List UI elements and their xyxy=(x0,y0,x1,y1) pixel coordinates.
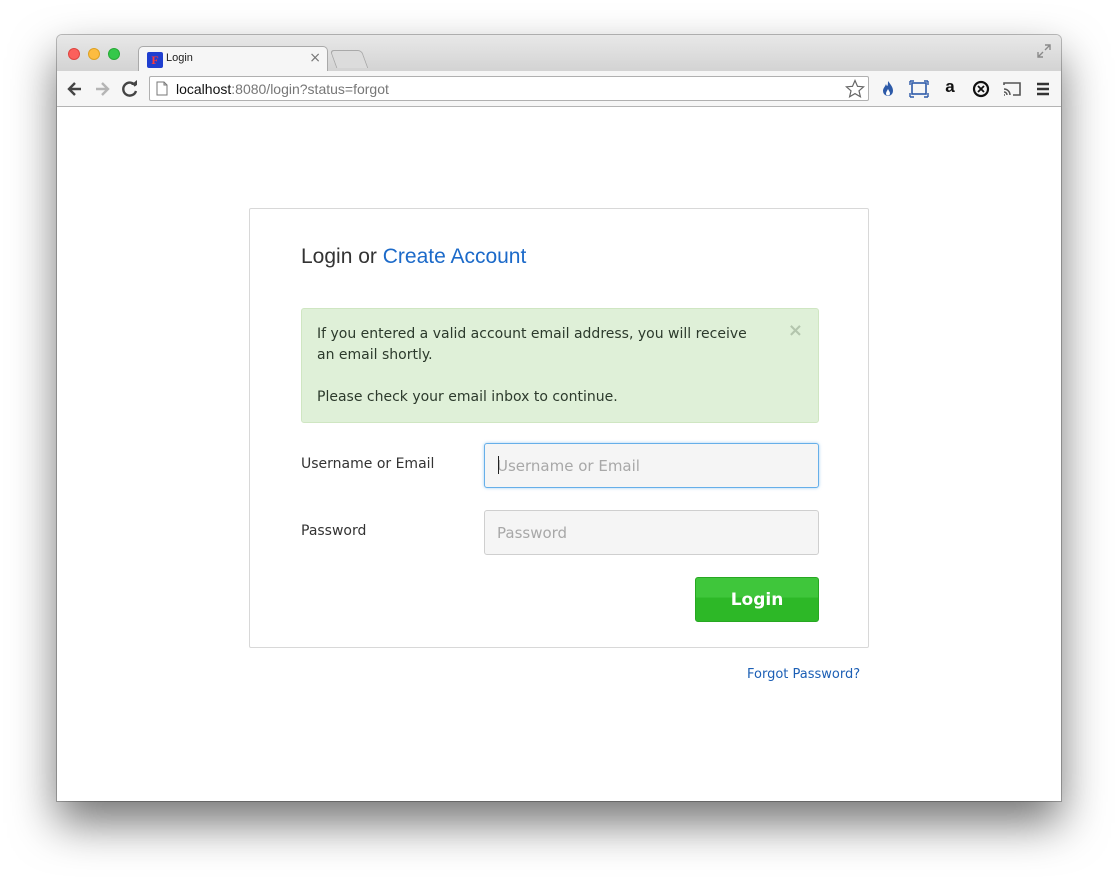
reload-icon[interactable] xyxy=(120,79,140,99)
login-button[interactable]: Login xyxy=(695,577,819,622)
page-content: Login or Create Account If you entered a… xyxy=(57,107,1061,801)
fullscreen-icon[interactable] xyxy=(1037,44,1051,58)
forgot-password-link[interactable]: Forgot Password? xyxy=(747,667,860,682)
screen-capture-icon[interactable] xyxy=(909,79,929,99)
new-tab-button[interactable] xyxy=(329,50,369,68)
create-account-link[interactable]: Create Account xyxy=(383,245,527,268)
username-label: Username or Email xyxy=(301,456,435,472)
browser-toolbar: localhost:8080/login?status=forgot a xyxy=(57,71,1061,107)
favicon-icon: F xyxy=(147,52,163,68)
back-icon[interactable] xyxy=(65,79,85,99)
title-bar: F Login × xyxy=(57,35,1061,71)
username-input[interactable] xyxy=(484,443,819,488)
page-title: Login or Create Account xyxy=(301,245,527,268)
address-bar[interactable]: localhost:8080/login?status=forgot xyxy=(149,76,869,101)
sync-icon[interactable] xyxy=(971,79,991,99)
bookmark-star-icon[interactable] xyxy=(845,79,865,99)
page-icon xyxy=(156,81,168,96)
success-alert: If you entered a valid account email add… xyxy=(301,308,819,423)
close-window-button[interactable] xyxy=(68,48,80,60)
tab-login[interactable]: F Login × xyxy=(138,46,328,71)
tab-title: Login xyxy=(166,52,193,64)
zoom-window-button[interactable] xyxy=(108,48,120,60)
cast-icon[interactable] xyxy=(1002,79,1022,99)
url-text: localhost:8080/login?status=forgot xyxy=(176,81,389,97)
password-input[interactable] xyxy=(484,510,819,555)
amazon-icon[interactable]: a xyxy=(940,78,960,99)
forward-icon[interactable] xyxy=(92,79,112,99)
login-card: Login or Create Account If you entered a… xyxy=(249,208,869,648)
text-caret xyxy=(498,456,499,474)
alert-message: If you entered a valid account email add… xyxy=(317,326,747,363)
close-icon[interactable]: × xyxy=(788,321,803,341)
minimize-window-button[interactable] xyxy=(88,48,100,60)
browser-window: F Login × localhost:8080/login?status=fo… xyxy=(57,35,1061,801)
alert-instruction: Please check your email inbox to continu… xyxy=(317,389,618,405)
flame-icon[interactable] xyxy=(878,79,898,99)
menu-icon[interactable] xyxy=(1033,79,1053,99)
password-label: Password xyxy=(301,523,367,539)
tab-close-icon[interactable]: × xyxy=(309,50,321,66)
